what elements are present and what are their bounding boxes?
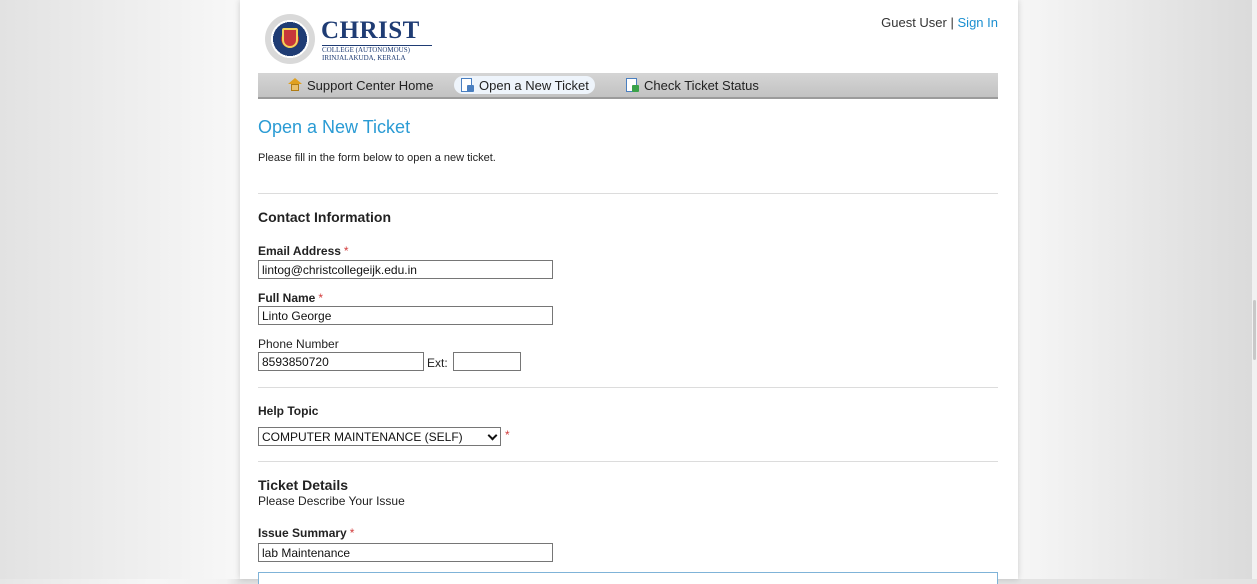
email-label: Email Address * [258,244,349,258]
ticket-details-title: Ticket Details [258,477,349,493]
help-topic-required: * [505,428,510,442]
ext-field[interactable] [453,352,521,371]
ticket-details-subtitle: Please Describe Your Issue [258,494,405,508]
help-topic-selected: COMPUTER MAINTENANCE (SELF) [262,430,463,444]
scrollbar-thumb[interactable] [1253,300,1256,360]
brand-subtitle: COLLEGE (AUTONOMOUS) [322,46,410,54]
sign-in-link[interactable]: Sign In [958,15,998,30]
home-icon [288,78,302,92]
chevron-down-icon [487,430,498,441]
college-seal-icon [265,14,315,64]
issue-summary-field[interactable] [258,543,553,562]
seal-shield-icon [282,28,298,48]
full-name-field[interactable] [258,306,553,325]
guest-user-label: Guest User [881,15,947,30]
college-logo[interactable]: CHRIST COLLEGE (AUTONOMOUS) IRINJALAKUDA… [265,14,435,64]
help-topic-label: Help Topic [258,404,319,418]
nav-label: Support Center Home [307,77,434,93]
new-ticket-icon [460,78,474,92]
nav-label: Open a New Ticket [479,77,589,93]
page-intro: Please fill in the form below to open a … [258,152,496,164]
email-field[interactable] [258,260,553,279]
divider [258,461,998,462]
phone-field[interactable] [258,352,424,371]
scrollbar[interactable] [1252,0,1257,579]
nav-label: Check Ticket Status [644,77,759,93]
divider [258,193,998,194]
brand-location: IRINJALAKUDA, KERALA [322,54,406,62]
nav-open-new-ticket[interactable]: Open a New Ticket [454,76,595,94]
page-title: Open a New Ticket [258,117,411,137]
nav-support-center-home[interactable]: Support Center Home [282,76,439,94]
nav-check-ticket-status[interactable]: Check Ticket Status [619,76,765,94]
user-links-separator: | [950,15,954,30]
phone-label: Phone Number [258,337,339,351]
brand-name: CHRIST [321,17,420,44]
ext-label: Ext: [427,356,448,370]
full-name-label: Full Name * [258,291,324,305]
ticket-status-icon [625,78,639,92]
main-navbar: Support Center Home Open a New Ticket Ch… [258,73,998,99]
divider [258,387,998,388]
issue-summary-label: Issue Summary * [258,526,355,540]
help-topic-select[interactable]: COMPUTER MAINTENANCE (SELF) [258,427,501,446]
contact-section-title: Contact Information [258,209,391,225]
issue-details-editor[interactable] [258,572,998,584]
support-center-page: CHRIST COLLEGE (AUTONOMOUS) IRINJALAKUDA… [240,0,1018,584]
user-links: Guest User | Sign In [881,15,998,30]
